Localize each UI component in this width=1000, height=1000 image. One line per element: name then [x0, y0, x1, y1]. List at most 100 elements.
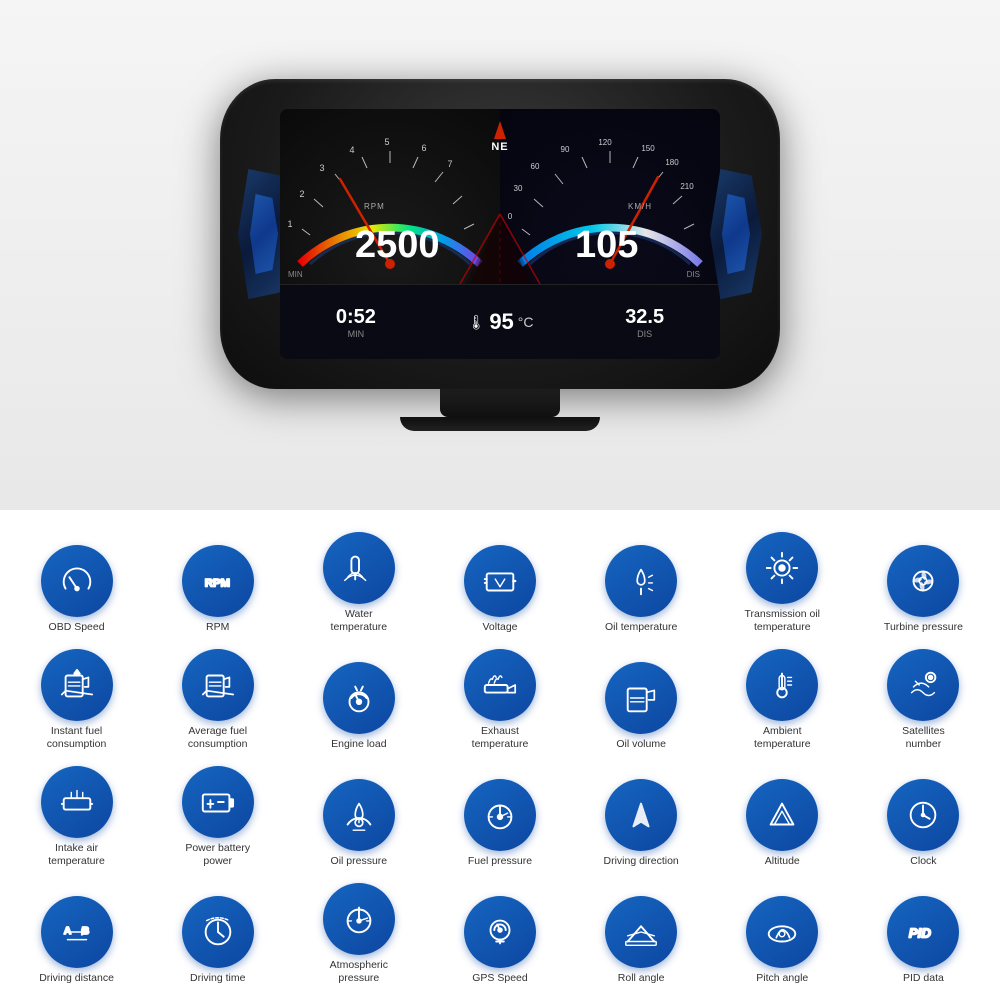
obd-speed-label: OBD Speed — [49, 621, 105, 635]
power-battery-icon-circle — [182, 766, 254, 838]
feature-item-ambient-temp: Ambient temperature — [716, 647, 849, 756]
oil-temp-label: Oil temperature — [605, 621, 677, 635]
device-base — [400, 417, 600, 431]
outside-temp-value: 32.5 — [625, 306, 664, 329]
obd-speed-icon-circle — [41, 545, 113, 617]
feature-item-pitch-angle: Pitch angle — [716, 881, 849, 990]
thermometer-icon: 🌡 — [468, 314, 486, 331]
instant-fuel-icon-circle — [41, 649, 113, 721]
feature-item-intake-air: Intake air temperature — [10, 764, 143, 873]
feature-item-fuel-pressure: Fuel pressure — [433, 764, 566, 873]
compass-arrow-icon — [494, 121, 506, 139]
turbine-pressure-label: Turbine pressure — [884, 621, 963, 635]
driving-direction-icon-circle — [605, 779, 677, 851]
svg-text:90: 90 — [561, 145, 570, 154]
svg-text:180: 180 — [665, 158, 679, 167]
instant-fuel-label: Instant fuel consumption — [37, 725, 117, 752]
temp-display: 🌡 95 °C — [468, 309, 534, 335]
svg-text:4: 4 — [349, 145, 354, 155]
feature-item-clock: Clock — [857, 764, 990, 873]
oil-pressure-icon-circle — [323, 779, 395, 851]
engine-load-label: Engine load — [331, 738, 386, 752]
feature-item-avg-fuel: Average fuel consumption — [151, 647, 284, 756]
right-vent — [710, 169, 762, 299]
svg-text:DIS: DIS — [687, 270, 700, 279]
svg-text:A: A — [63, 926, 71, 937]
svg-text:7: 7 — [447, 159, 452, 169]
device-body: 1 2 3 4 5 6 7 RPM — [220, 79, 780, 389]
voltage-label: Voltage — [482, 621, 517, 635]
pid-data-icon-circle: PID — [887, 896, 959, 968]
feature-item-rpm: RPMRPM — [151, 530, 284, 639]
feature-item-pid-data: PID PID data — [857, 881, 990, 990]
oil-volume-label: Oil volume — [616, 738, 666, 752]
features-section: OBD Speed RPMRPMWater temperature Voltage O… — [0, 510, 1000, 1000]
altitude-icon-circle — [746, 779, 818, 851]
driving-time-label: Driving time — [190, 972, 245, 986]
feature-item-exhaust-temp: Exhaust temperature — [433, 647, 566, 756]
svg-text:2500: 2500 — [355, 224, 440, 266]
roll-angle-label: Roll angle — [618, 972, 665, 986]
dis-label: DIS — [637, 329, 652, 339]
svg-text:KM/H: KM/H — [628, 202, 652, 211]
driving-distance-icon-circle: AB — [41, 896, 113, 968]
ambient-temp-label: Ambient temperature — [742, 725, 822, 752]
atm-pressure-icon-circle — [323, 883, 395, 955]
svg-text:5: 5 — [384, 137, 389, 147]
gps-speed-icon-circle — [464, 896, 536, 968]
time-display: 0:52 MIN — [336, 306, 376, 339]
compass-label: NE — [491, 141, 508, 153]
fuel-pressure-icon-circle — [464, 779, 536, 851]
altitude-label: Altitude — [765, 855, 800, 869]
satellites-icon-circle — [887, 649, 959, 721]
device-section: 1 2 3 4 5 6 7 RPM — [0, 0, 1000, 510]
features-grid: OBD Speed RPMRPMWater temperature Voltage O… — [10, 530, 990, 990]
voltage-icon-circle — [464, 545, 536, 617]
compass-display: NE — [460, 109, 540, 284]
feature-item-driving-distance: AB Driving distance — [10, 881, 143, 990]
feature-item-power-battery: Power battery power — [151, 764, 284, 873]
feature-item-water-temp: Water temperature — [292, 530, 425, 639]
exhaust-temp-icon-circle — [464, 649, 536, 721]
feature-item-transmission-oil-temp: Transmission oil temperature — [716, 530, 849, 639]
avg-fuel-label: Average fuel consumption — [178, 725, 258, 752]
svg-text:RPM: RPM — [364, 202, 385, 211]
ambient-temp-icon-circle — [746, 649, 818, 721]
satellites-label: Satellites number — [883, 725, 963, 752]
feature-item-oil-temp: Oil temperature — [575, 530, 708, 639]
oil-volume-icon-circle — [605, 662, 677, 734]
gauges-row: 1 2 3 4 5 6 7 RPM — [280, 109, 720, 284]
feature-item-roll-angle: Roll angle — [575, 881, 708, 990]
feature-item-turbine-pressure: Turbine pressure — [857, 530, 990, 639]
feature-item-altitude: Altitude — [716, 764, 849, 873]
feature-item-voltage: Voltage — [433, 530, 566, 639]
clock-label: Clock — [910, 855, 936, 869]
svg-text:120: 120 — [598, 138, 612, 147]
svg-text:3: 3 — [319, 163, 324, 173]
power-battery-label: Power battery power — [178, 842, 258, 869]
engine-load-icon-circle — [323, 662, 395, 734]
driving-distance-label: Driving distance — [39, 972, 114, 986]
rpm-icon-circle: RPM — [182, 545, 254, 617]
clock-icon-circle — [887, 779, 959, 851]
oil-pressure-label: Oil pressure — [331, 855, 388, 869]
oil-temp-icon-circle — [605, 545, 677, 617]
gps-speed-label: GPS Speed — [472, 972, 527, 986]
temp-value: 95 — [489, 309, 513, 335]
feature-item-engine-load: Engine load — [292, 647, 425, 756]
avg-fuel-icon-circle — [182, 649, 254, 721]
svg-text:150: 150 — [641, 144, 655, 153]
device-stand — [440, 389, 560, 417]
svg-text:RPM: RPM — [204, 578, 229, 590]
outside-temp-display: 32.5 DIS — [625, 306, 664, 339]
svg-text:PID: PID — [909, 926, 932, 941]
svg-text:2: 2 — [299, 189, 304, 199]
temp-unit: °C — [518, 314, 534, 330]
pid-data-label: PID data — [903, 972, 944, 986]
svg-text:1: 1 — [287, 219, 292, 229]
feature-item-gps-speed: GPS Speed — [433, 881, 566, 990]
svg-text:210: 210 — [680, 182, 694, 191]
device-wrapper: 1 2 3 4 5 6 7 RPM — [220, 79, 780, 431]
turbine-pressure-icon-circle — [887, 545, 959, 617]
driving-time-icon-circle — [182, 896, 254, 968]
